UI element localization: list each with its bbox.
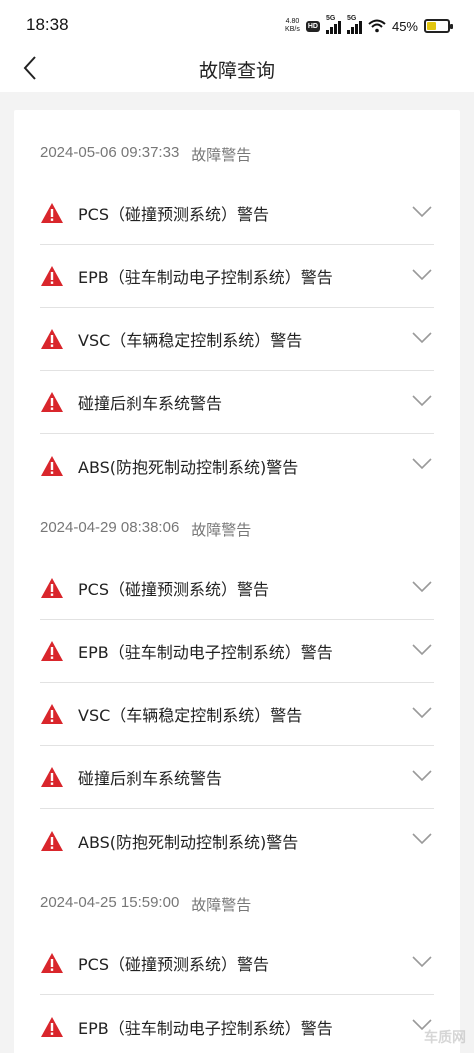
page-title: 故障查询 — [198, 60, 275, 82]
fault-label: EPB（驻车制动电子控制系统）警告 — [78, 1018, 333, 1038]
warning-triangle-icon — [41, 830, 63, 851]
warning-triangle-icon — [41, 329, 63, 349]
fault-item[interactable]: 碰撞后刹车系统警告 — [40, 371, 434, 434]
sim2-label: 5G — [346, 15, 357, 22]
section-header: 2024-04-25 15:59:00 故障警告 — [14, 872, 460, 932]
sim1-label: 5G — [325, 15, 336, 22]
fault-item[interactable]: VSC（车辆稳定控制系统）警告 — [40, 308, 434, 371]
chevron-down-icon[interactable] — [412, 581, 432, 593]
fault-item[interactable]: 碰撞后刹车系统警告 — [40, 746, 434, 809]
fault-item[interactable]: PCS（碰撞预测系统）警告 — [40, 557, 434, 620]
fault-history-card: 2024-05-06 09:37:33 故障警告 PCS（碰撞预测系统）警告 EPB（… — [14, 110, 460, 1053]
fault-item[interactable]: EPB（驻车制动电子控制系统）警告 — [40, 620, 434, 683]
fault-list: PCS（碰撞预测系统）警告 EPB（驻车制动电子控制系统）警告 VSC（车辆稳定控制… — [14, 557, 460, 872]
section-header: 2024-05-06 09:37:33 故障警告 — [14, 110, 460, 182]
fault-item[interactable]: PCS（碰撞预测系统）警告 — [40, 182, 434, 245]
chevron-down-icon[interactable] — [412, 206, 432, 218]
page-header: 故障查询 — [0, 52, 474, 92]
fault-label: PCS（碰撞预测系统）警告 — [78, 580, 269, 599]
fault-label: EPB（驻车制动电子控制系统）警告 — [78, 268, 333, 287]
network-speed-unit: KB/s — [285, 26, 300, 33]
fault-item[interactable]: ABS(防抱死制动控制系统)警告 — [40, 434, 434, 497]
chevron-down-icon[interactable] — [412, 395, 432, 407]
fault-label: VSC（车辆稳定控制系统）警告 — [78, 331, 303, 350]
battery-percent: 45% — [391, 18, 418, 34]
section-type: 故障警告 — [191, 522, 252, 539]
battery-fill — [427, 22, 436, 30]
fault-item[interactable]: ABS(防抱死制动控制系统)警告 — [40, 809, 434, 872]
battery-icon — [424, 19, 453, 33]
warning-triangle-icon — [41, 266, 63, 286]
section-timestamp: 2024-05-06 09:37:33 — [40, 144, 180, 161]
fault-item[interactable]: PCS（碰撞预测系统）警告 — [40, 932, 434, 995]
warning-triangle-icon — [41, 203, 63, 223]
signal-icon: 5G — [346, 15, 362, 34]
fault-label: 碰撞后刹车系统警告 — [78, 394, 223, 413]
network-speed-value: 4.80 — [285, 18, 300, 25]
fault-list: PCS（碰撞预测系统）警告 EPB（驻车制动电子控制系统）警告 VSC（车辆稳定控制… — [14, 182, 460, 497]
warning-triangle-icon — [41, 641, 63, 661]
section-header: 2024-04-29 08:38:06 故障警告 — [14, 497, 460, 557]
section-timestamp: 2024-04-25 15:59:00 — [40, 894, 180, 911]
fault-item[interactable]: EPB（驻车制动电子控制系统）警告 — [40, 995, 434, 1053]
chevron-down-icon[interactable] — [412, 332, 432, 344]
warning-triangle-icon — [41, 578, 63, 598]
section-type: 故障警告 — [191, 147, 252, 164]
fault-label: PCS（碰撞预测系统）警告 — [78, 205, 269, 224]
fault-label: EPB（驻车制动电子控制系统）警告 — [78, 643, 333, 662]
fault-label: ABS(防抱死制动控制系统)警告 — [78, 832, 299, 852]
status-bar: 18:38 4.80 KB/s HD 5G 5G 45% — [0, 0, 474, 52]
section-timestamp: 2024-04-29 08:38:06 — [40, 519, 180, 536]
chevron-down-icon[interactable] — [412, 956, 432, 968]
fault-item[interactable]: EPB（驻车制动电子控制系统）警告 — [40, 245, 434, 308]
wifi-icon — [368, 19, 386, 33]
chevron-down-icon[interactable] — [412, 269, 432, 281]
warning-triangle-icon — [41, 392, 63, 412]
warning-triangle-icon — [41, 953, 63, 973]
fault-label: 碰撞后刹车系统警告 — [78, 769, 223, 788]
fault-list: PCS（碰撞预测系统）警告 EPB（驻车制动电子控制系统）警告 — [14, 932, 460, 1053]
warning-triangle-icon — [41, 767, 63, 787]
status-icons: 4.80 KB/s HD 5G 5G 45% — [285, 14, 453, 38]
section-type: 故障警告 — [191, 897, 252, 914]
signal-icon: 5G — [325, 15, 341, 34]
chevron-down-icon[interactable] — [412, 833, 432, 845]
chevron-down-icon[interactable] — [412, 770, 432, 782]
warning-triangle-icon — [41, 455, 63, 476]
chevron-down-icon[interactable] — [412, 458, 432, 470]
chevron-down-icon[interactable] — [412, 707, 432, 719]
fault-label: PCS（碰撞预测系统）警告 — [78, 955, 269, 974]
hd-badge: HD — [305, 20, 320, 32]
watermark: 车质网 — [424, 1030, 466, 1046]
warning-triangle-icon — [41, 1016, 63, 1037]
chevron-down-icon[interactable] — [412, 644, 432, 656]
network-speed: 4.80 KB/s — [285, 18, 300, 34]
status-time: 18:38 — [26, 15, 69, 34]
fault-item[interactable]: VSC（车辆稳定控制系统）警告 — [40, 683, 434, 746]
fault-label: ABS(防抱死制动控制系统)警告 — [78, 457, 299, 477]
fault-label: VSC（车辆稳定控制系统）警告 — [78, 706, 303, 725]
warning-triangle-icon — [41, 704, 63, 724]
